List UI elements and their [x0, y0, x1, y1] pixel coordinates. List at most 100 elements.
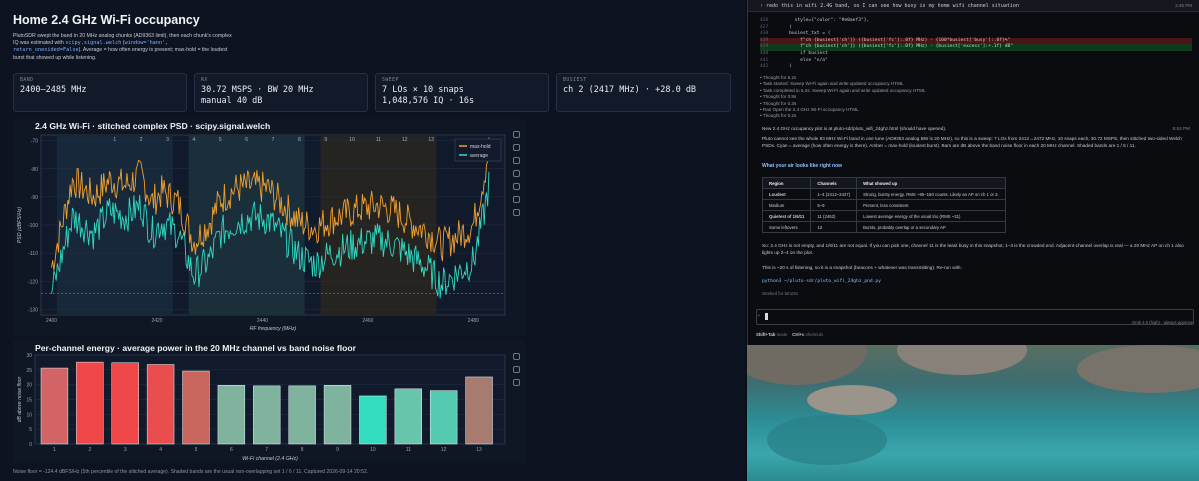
- channel-number-label: 11: [376, 137, 381, 143]
- page-description: PlutoSDR swept the band in 20 MHz analog…: [13, 33, 232, 61]
- x-tick-label: 8: [301, 447, 304, 453]
- wallpaper-rock: [807, 385, 897, 415]
- bar-channel-11: [394, 388, 422, 445]
- channel-number-label: 9: [324, 137, 327, 143]
- pan-tool-icon[interactable]: [513, 131, 520, 138]
- x-tick-label: 9: [336, 447, 339, 453]
- channel-number-label: 1: [113, 137, 116, 143]
- prompt-timestamp: 2:45 PM: [1175, 3, 1192, 8]
- page-title: Home 2.4 GHz Wi-Fi occupancy: [13, 13, 200, 27]
- y-tick-label: 5: [29, 427, 32, 433]
- table-cell: 5–9: [810, 199, 858, 211]
- reset-icon[interactable]: [513, 183, 520, 190]
- code-line: 441 else "n/a": [760, 57, 828, 63]
- assistant-message-4: This is ~20 s of listening, so it is a s…: [762, 265, 962, 270]
- chat-input[interactable]: [756, 309, 1194, 325]
- x-tick-label: 2480: [468, 318, 479, 324]
- table-cell: Quietest of 1/6/11: [761, 210, 812, 222]
- table-cell: 11 (2462): [810, 210, 858, 222]
- x-tick-label: 2440: [257, 318, 268, 324]
- table-header-cell: Channels: [810, 177, 858, 189]
- table-cell: Bursts, probably overlap or a secondary …: [856, 221, 1006, 233]
- table-cell: Lowest average energy of the usual trio …: [856, 210, 1006, 222]
- y-tick-label: -100: [28, 223, 38, 229]
- wallpaper-rock: [897, 345, 1027, 375]
- x-axis-label: RF frequency (MHz): [250, 326, 297, 332]
- table-cell: Some leftovers: [761, 221, 812, 233]
- x-tick-label: 3: [124, 447, 127, 453]
- channel-number-label: 10: [349, 137, 355, 143]
- shortcut-hints: Shift+Tab mode Ctrl+c shortcuts: [756, 332, 824, 337]
- bar-save-icon[interactable]: [513, 379, 520, 386]
- y-tick-label: 10: [26, 412, 32, 418]
- wheel-zoom-icon[interactable]: [513, 157, 520, 164]
- bar-reset-icon[interactable]: [513, 366, 520, 373]
- channel-number-label: 3: [166, 137, 169, 143]
- y-tick-label: 0: [29, 442, 32, 448]
- y-tick-label: -80: [31, 167, 38, 173]
- assistant-message-3: So: 2.4 GHz is not empty, and 1/6/11 are…: [762, 243, 1184, 255]
- y-tick-label: -70: [31, 139, 38, 145]
- worked-duration: Worked for 5m23s: [762, 291, 798, 296]
- zoom-tool-icon[interactable]: [513, 144, 520, 151]
- bar-channel-8: [288, 385, 316, 445]
- bar-pan-icon[interactable]: [513, 353, 520, 360]
- assistant-message-1: New 2.4 GHz occupancy plot is at pluto-s…: [762, 126, 1190, 131]
- bar-channel-3: [111, 362, 139, 445]
- legend-entry: average: [470, 153, 488, 159]
- stat-card-sweep: SWEEP 7 LOs × 10 snaps 1,048,576 IQ · 16…: [375, 73, 549, 112]
- rerun-command[interactable]: python3 ~/pluto-sdr/pluto_wifi_24ghz_pnd…: [762, 279, 881, 284]
- bar-channel-7: [253, 385, 281, 445]
- x-tick-label: 5: [195, 447, 198, 453]
- legend-entry: max-hold: [470, 144, 491, 150]
- channel-number-label: 4: [193, 137, 196, 143]
- channel-number-label: 2: [140, 137, 143, 143]
- table-cell: Strong, bursty energy. RMS ~95–150 count…: [856, 188, 1006, 200]
- channel-number-label: 7: [272, 137, 275, 143]
- table-header-cell: What showed up: [856, 177, 1006, 189]
- bar-channel-10: [359, 395, 387, 445]
- table-row: Some leftovers 13 Bursts, probably overlap…: [761, 221, 1006, 233]
- page-footer-note: Noise floor = -124.4 dBFS/Hz (5th percen…: [13, 469, 369, 475]
- box-zoom-icon[interactable]: [513, 170, 520, 177]
- y-tick-label: 30: [26, 353, 32, 359]
- channel-number-label: 13: [428, 137, 434, 143]
- channel-number-label: 5: [219, 137, 222, 143]
- bar-chart[interactable]: 0510152025301 2 3 4 5 6 7 8 9 10 11 12 13Wi-Fi chann…: [13, 341, 525, 463]
- hover-tool-icon[interactable]: [513, 209, 520, 216]
- psd-legend: max-hold average: [454, 138, 502, 162]
- x-tick-label: 2: [88, 447, 91, 453]
- table-cell: 13: [810, 221, 858, 233]
- table-cell: Present, less consistent: [856, 199, 1006, 211]
- channel-number-label: 8: [298, 137, 301, 143]
- bar-channel-1: [40, 367, 69, 445]
- y-axis-label: PSD (dBFS/Hz): [17, 207, 23, 244]
- psd-chart-panel: 2.4 GHz Wi-Fi · stitched complex PSD · s…: [13, 119, 525, 336]
- terminal-prompt-bar: › redo this in wifi 2.4G band, so I can …: [748, 0, 1199, 12]
- table-row: Medium 5–9 Present, less consistent: [761, 199, 1006, 211]
- bar-channel-5: [182, 370, 210, 445]
- save-icon[interactable]: [513, 196, 520, 203]
- x-tick-label: 7: [265, 447, 268, 453]
- code-line: 440 if busiest: [760, 50, 828, 56]
- bar-channel-6: [217, 385, 246, 445]
- bar-chart-panel: Per-channel energy · average power in th…: [13, 341, 525, 463]
- x-tick-label: 1: [53, 447, 56, 453]
- table-cell: Medium: [761, 199, 812, 211]
- model-status: Grok 4.0 (high) · always-approve: [1132, 320, 1193, 325]
- bar-chart-toolbar: [513, 353, 523, 392]
- assistant-message-2: Pluto cannot see the whole 83 MHz Wi-Fi …: [762, 136, 1182, 148]
- psd-chart[interactable]: -70-80-90-100-110-120-1302400 2420 2440 246…: [13, 119, 525, 336]
- stat-card-busiest: BUSIEST ch 2 (2417 MHz) · +28.0 dB: [556, 73, 731, 112]
- table-cell: Loudest: [761, 188, 812, 200]
- x-tick-label: 6: [230, 447, 233, 453]
- table-row: Loudest 1–4 (2412–2427) Strong, bursty ene…: [761, 188, 1006, 200]
- x-tick-label: 2400: [46, 318, 57, 324]
- y-tick-label: -120: [28, 279, 38, 285]
- x-tick-label: 2460: [362, 318, 373, 324]
- stat-card-rx: RX 30.72 MSPS · BW 20 MHz manual 40 dB: [194, 73, 368, 112]
- log-line: • Thought for 0.2s: [760, 113, 797, 119]
- table-row: Quietest of 1/6/11 11 (2462) Lowest averag…: [761, 210, 1006, 222]
- y-tick-label: -130: [28, 307, 38, 313]
- y-tick-label: -90: [31, 195, 38, 201]
